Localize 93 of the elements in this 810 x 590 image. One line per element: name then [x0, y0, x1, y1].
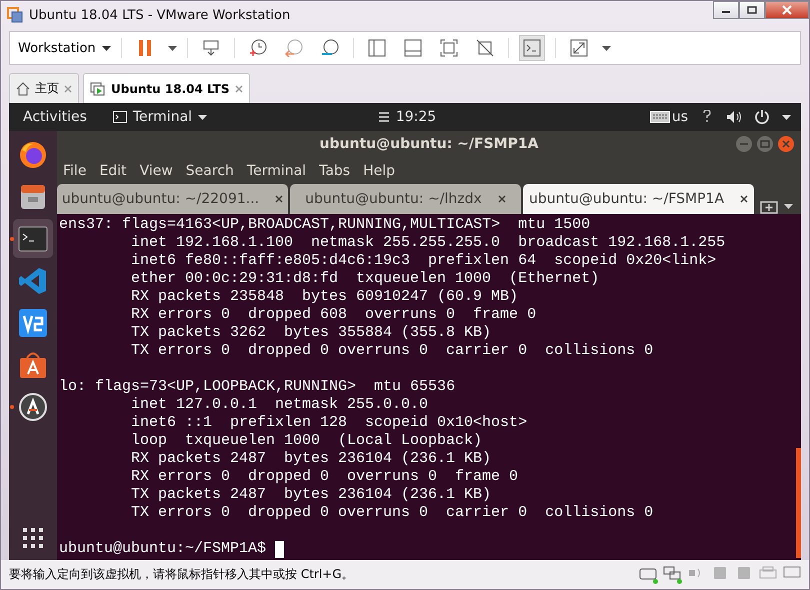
network-icon — [663, 566, 681, 580]
monitor-icon — [783, 566, 801, 580]
vm-tab[interactable]: Ubuntu 18.04 LTS — [83, 73, 250, 103]
caret-icon — [782, 114, 791, 120]
menu-item[interactable]: Search — [186, 162, 234, 178]
status-message: 要将输入定向到该虚拟机，请将鼠标指针移入其中或按 Ctrl+G。 — [9, 566, 355, 583]
close-icon — [498, 195, 506, 203]
caret-icon — [198, 114, 208, 120]
terminal-tab[interactable]: ubuntu@ubuntu: ~/lhzdx — [290, 184, 521, 214]
output-line: loop txqueuelen 1000 (Local Loopback) — [131, 432, 482, 450]
updater-icon — [18, 392, 48, 422]
restore-icon — [747, 6, 757, 14]
close-icon — [275, 195, 284, 203]
menu-item[interactable]: Help — [363, 162, 395, 178]
tab-label: Ubuntu 18.04 LTS — [111, 82, 230, 96]
keyboard-layout[interactable]: us — [672, 109, 688, 125]
caret-icon — [784, 204, 793, 208]
monitor-arrow-icon — [202, 39, 220, 57]
menu-item[interactable]: File — [63, 162, 86, 178]
output-line: ether 00:0c:29:31:d8:fd txqueuelen 1000 (Ethernet) — [131, 270, 600, 288]
output-line: RX packets 235848 bytes 60910247 (60.9 MB) — [131, 288, 518, 306]
restore-button[interactable] — [739, 1, 765, 19]
shopping-bag-icon — [18, 350, 48, 380]
device-status[interactable] — [663, 566, 681, 583]
sidebar-icon — [368, 39, 386, 57]
menu-item[interactable]: Edit — [99, 162, 127, 178]
terminal-icon — [112, 111, 127, 123]
output-line: RX errors 0 dropped 608 overruns 0 frame 0 — [131, 306, 536, 324]
terminal-tab[interactable]: ubuntu@ubuntu: ~/22091... — [57, 184, 288, 214]
window-title: Ubuntu 18.04 LTS - VMware Workstation — [29, 8, 292, 22]
firefox-icon — [18, 140, 48, 170]
caret-icon — [602, 46, 611, 50]
cursor — [275, 540, 284, 558]
close-icon — [777, 135, 795, 153]
code-editor-icon — [18, 266, 48, 296]
vm-tab[interactable]: 主页 — [9, 73, 79, 103]
terminal-tab[interactable]: ubuntu@ubuntu: ~/FSMP1A — [523, 184, 754, 214]
output-line: inet6 ::1 prefixlen 128 scopeid 0x10<host> — [131, 414, 528, 432]
output-line: TX packets 2487 bytes 236104 (236.1 KB) — [131, 486, 492, 504]
vmware-logo-icon — [7, 7, 23, 23]
close-icon — [234, 84, 242, 92]
usb-icon — [735, 566, 753, 580]
console-view-button[interactable] — [518, 35, 545, 61]
output-line: RX packets 2487 bytes 236104 (236.1 KB) — [131, 450, 492, 468]
console-icon — [522, 39, 541, 57]
keyboard-icon — [650, 111, 670, 123]
output-line: TX errors 0 dropped 0 overruns 0 carrier 0 collisions 0 — [131, 342, 654, 360]
device-status[interactable] — [639, 566, 657, 583]
output-line: lo: flags=73<UP,LOOPBACK,RUNNING> mtu 65536 — [59, 378, 456, 396]
output-line: TX packets 3262 bytes 355884 (355.8 KB) — [131, 324, 492, 342]
vm-icon — [90, 82, 106, 96]
tab-label: 主页 — [35, 80, 59, 97]
menu-item[interactable]: Terminal — [246, 162, 306, 178]
output-line: RX errors 0 dropped 0 overruns 0 frame 0 — [131, 468, 518, 486]
clock[interactable]: 19:25 — [396, 109, 436, 125]
remote-viewer-icon — [18, 308, 48, 338]
output-line: ens37: flags=4163<UP,BROADCAST,RUNNING,MULTICAST> mtu 1500 — [59, 216, 590, 234]
shell-prompt: ubuntu@ubuntu:~/FSMP1A$ — [59, 540, 266, 558]
home-icon — [16, 82, 30, 96]
volume-icon — [726, 110, 742, 124]
activities-button[interactable]: Activities — [23, 109, 87, 125]
full-screen-icon — [440, 39, 458, 57]
minimize-icon — [735, 135, 753, 153]
maximize-icon — [756, 135, 774, 153]
app-menu[interactable]: Terminal — [132, 109, 192, 125]
terminal-title: ubuntu@ubuntu: ~/FSMP1A — [320, 136, 538, 152]
notification-icon — [378, 111, 390, 123]
close-icon — [64, 84, 72, 92]
crossed-window-icon — [476, 39, 494, 57]
pause-icon — [136, 39, 153, 57]
output-line: inet 192.168.1.100 netmask 255.255.255.0 broadcast 192.168.1.255 — [131, 234, 726, 252]
output-line: TX errors 0 dropped 0 overruns 0 carrier 0 collisions 0 — [131, 504, 654, 522]
clock-plus-icon — [248, 39, 267, 57]
scrollbar[interactable] — [796, 448, 801, 558]
close-button[interactable] — [765, 1, 809, 19]
workstation-menu[interactable]: Workstation — [18, 40, 111, 56]
output-line: inet 127.0.0.1 netmask 255.0.0.0 — [131, 396, 428, 414]
terminal-icon — [18, 226, 48, 252]
app-grid-icon — [23, 528, 43, 548]
menu-item[interactable]: View — [140, 162, 173, 178]
close-icon — [782, 5, 792, 15]
printer-icon — [759, 566, 777, 580]
caret-icon — [102, 46, 111, 50]
caret-icon — [168, 46, 177, 50]
close-icon — [740, 195, 748, 203]
dock-item[interactable] — [13, 219, 53, 258]
usb-icon — [711, 566, 729, 580]
bottom-panel-icon — [404, 39, 422, 57]
stretch-icon — [570, 39, 588, 57]
minimize-button[interactable] — [713, 1, 739, 19]
menu-item[interactable]: Tabs — [319, 162, 350, 178]
power-icon — [754, 109, 770, 125]
output-line: inet6 fe80::faff:e805:d4c6:19c3 prefixlen 64 scopeid 0x20<link> — [131, 252, 716, 270]
